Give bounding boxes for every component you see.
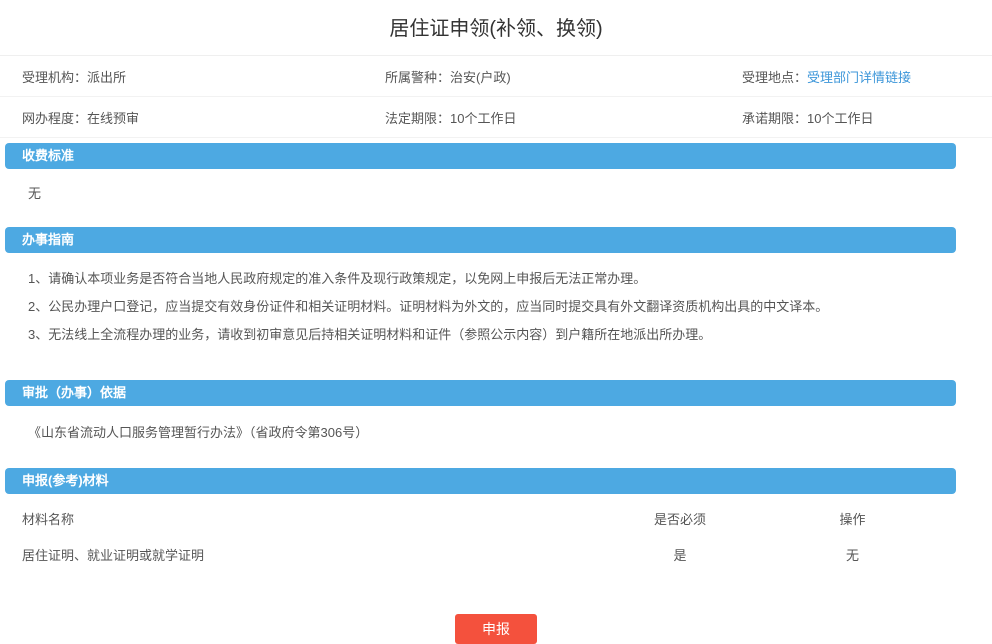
online-degree-field: 网办程度： 在线预审: [0, 108, 385, 127]
promised-period-label: 承诺期限：: [742, 108, 807, 127]
materials-section: 申报(参考)材料 材料名称 是否必须 操作 居住证明、就业证明或就学证明 是 无: [0, 468, 992, 572]
accepting-agency-value: 派出所: [87, 67, 126, 86]
accepting-location-label: 受理地点：: [742, 67, 807, 86]
police-category-value: 治安(户政): [450, 67, 511, 86]
fee-content: 无: [0, 169, 992, 222]
promised-period-field: 承诺期限： 10个工作日: [742, 108, 992, 127]
table-row: 居住证明、就业证明或就学证明 是 无: [0, 536, 992, 572]
accepting-department-detail-link[interactable]: 受理部门详情链接: [807, 67, 911, 86]
basis-content: 《山东省流动人口服务管理暂行办法》（省政府令第306号）: [0, 406, 992, 463]
accepting-location-field: 受理地点： 受理部门详情链接: [742, 67, 992, 86]
statutory-period-field: 法定期限： 10个工作日: [385, 108, 742, 127]
page-title: 居住证申领(补领、换领): [0, 0, 992, 56]
guide-item-3: 3、无法线上全流程办理的业务，请收到初审意见后持相关证明材料和证件（参照公示内容…: [28, 321, 992, 349]
online-degree-label: 网办程度：: [22, 108, 87, 127]
info-row-1: 受理机构： 派出所 所属警种： 治安(户政) 受理地点： 受理部门详情链接: [0, 56, 992, 97]
column-material-name: 材料名称: [22, 509, 600, 528]
online-degree-value: 在线预审: [87, 108, 139, 127]
guide-item-2: 2、公民办理户口登记，应当提交有效身份证件和相关证明材料。证明材料为外文的，应当…: [28, 293, 992, 321]
police-category-field: 所属警种： 治安(户政): [385, 67, 742, 86]
basis-section: 审批（办事）依据 《山东省流动人口服务管理暂行办法》（省政府令第306号）: [0, 380, 992, 463]
guide-content: 1、请确认本项业务是否符合当地人民政府规定的准入条件及现行政策规定，以免网上申报…: [0, 253, 992, 375]
column-required: 是否必须: [600, 509, 760, 528]
material-operation-cell: 无: [760, 545, 945, 564]
materials-table: 材料名称 是否必须 操作 居住证明、就业证明或就学证明 是 无: [0, 494, 992, 572]
accepting-agency-label: 受理机构：: [22, 67, 87, 86]
promised-period-value: 10个工作日: [807, 108, 873, 127]
guide-section: 办事指南 1、请确认本项业务是否符合当地人民政府规定的准入条件及现行政策规定，以…: [0, 227, 992, 375]
fee-section-header: 收费标准: [5, 143, 956, 169]
basis-section-header: 审批（办事）依据: [5, 380, 956, 406]
accepting-agency-field: 受理机构： 派出所: [0, 67, 385, 86]
materials-section-header: 申报(参考)材料: [5, 468, 956, 494]
statutory-period-value: 10个工作日: [450, 108, 516, 127]
fee-section: 收费标准 无: [0, 143, 992, 222]
info-row-2: 网办程度： 在线预审 法定期限： 10个工作日 承诺期限： 10个工作日: [0, 97, 992, 138]
apply-button-container: 申报: [0, 614, 992, 644]
police-category-label: 所属警种：: [385, 67, 450, 86]
column-operation: 操作: [760, 509, 945, 528]
materials-table-header-row: 材料名称 是否必须 操作: [0, 500, 992, 536]
statutory-period-label: 法定期限：: [385, 108, 450, 127]
guide-item-1: 1、请确认本项业务是否符合当地人民政府规定的准入条件及现行政策规定，以免网上申报…: [28, 265, 992, 293]
material-required-cell: 是: [600, 545, 760, 564]
apply-button[interactable]: 申报: [455, 614, 537, 644]
material-name-cell: 居住证明、就业证明或就学证明: [22, 545, 600, 564]
service-detail-page: 居住证申领(补领、换领) 受理机构： 派出所 所属警种： 治安(户政) 受理地点…: [0, 0, 992, 644]
guide-section-header: 办事指南: [5, 227, 956, 253]
